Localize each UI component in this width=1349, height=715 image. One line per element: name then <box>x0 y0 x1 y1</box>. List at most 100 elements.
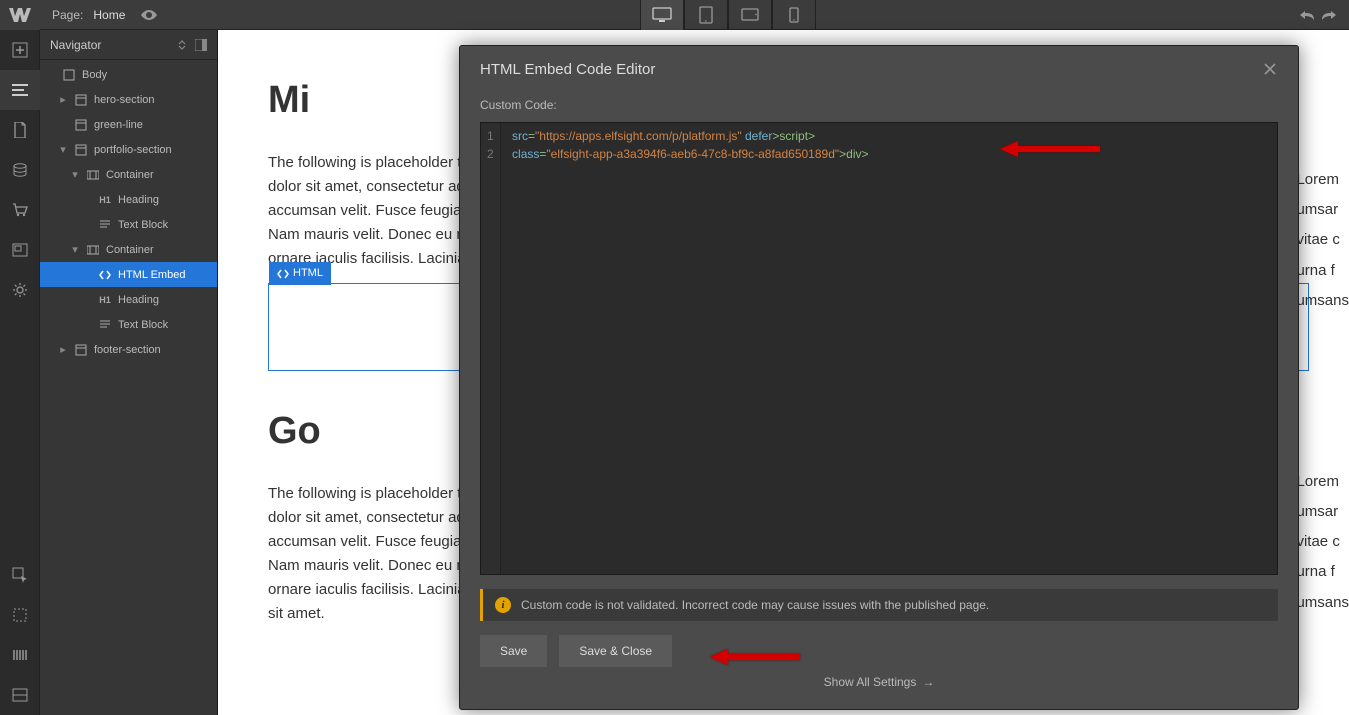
tree-item-label: Heading <box>118 294 159 306</box>
modal-close-button[interactable] <box>1262 61 1278 77</box>
custom-code-label: Custom Code: <box>480 98 1278 112</box>
mobile-icon <box>789 7 799 23</box>
undo-redo <box>1287 7 1349 23</box>
tree-carat[interactable]: ▸ <box>58 343 68 356</box>
tree-carat[interactable]: ▸ <box>58 93 68 106</box>
marquee-icon <box>12 607 28 623</box>
plus-icon <box>12 42 28 58</box>
navigator-tree: Body ▸ hero-section green-line ▾ portfolio-se… <box>40 60 217 364</box>
eye-icon[interactable] <box>141 10 157 20</box>
rail-bottom-1[interactable] <box>0 555 40 595</box>
rail-navigator[interactable] <box>0 70 40 110</box>
tree-item-hero-section[interactable]: ▸ hero-section <box>40 87 217 112</box>
cart-icon <box>12 203 28 217</box>
show-all-settings[interactable]: Show All Settings→ <box>480 667 1278 689</box>
body-icon <box>62 68 76 82</box>
spacing-icon <box>12 648 28 662</box>
webflow-logo-icon <box>9 8 31 22</box>
rail-cms[interactable] <box>0 150 40 190</box>
h1-icon: H1 <box>98 193 112 207</box>
section-icon <box>74 93 88 107</box>
tree-carat[interactable]: ▾ <box>70 168 80 181</box>
page-label[interactable]: Page: Home <box>40 8 169 22</box>
tablet-icon <box>699 6 713 24</box>
tree-item-heading[interactable]: H1 Heading <box>40 187 217 212</box>
embed-icon <box>98 268 112 282</box>
text-icon <box>98 218 112 232</box>
rail-bottom-2[interactable] <box>0 595 40 635</box>
info-icon: i <box>495 597 511 613</box>
device-tablet-landscape[interactable] <box>728 0 772 30</box>
rail-settings[interactable] <box>0 270 40 310</box>
left-rail <box>0 30 40 715</box>
rail-bottom-4[interactable] <box>0 675 40 715</box>
arrow-right-icon: → <box>922 675 934 689</box>
tree-item-heading[interactable]: H1 Heading <box>40 287 217 312</box>
device-mobile[interactable] <box>772 0 816 30</box>
tree-item-label: Text Block <box>118 319 168 331</box>
tree-item-label: footer-section <box>94 344 161 356</box>
grid-icon <box>12 688 28 702</box>
modal-title: HTML Embed Code Editor <box>480 61 655 78</box>
rail-add[interactable] <box>0 30 40 70</box>
tree-item-label: Heading <box>118 194 159 206</box>
logo[interactable] <box>0 0 40 30</box>
gear-icon <box>12 282 28 298</box>
modal-actions: Save Save & Close <box>480 635 1278 667</box>
rail-assets[interactable] <box>0 230 40 270</box>
panel-toggle-icon[interactable] <box>195 39 207 51</box>
code-content[interactable]: src="https://apps.elfsight.com/p/platfor… <box>501 123 877 574</box>
container-icon <box>86 168 100 182</box>
tree-item-text-block[interactable]: Text Block <box>40 312 217 337</box>
tablet-landscape-icon <box>741 8 759 21</box>
modal-header: HTML Embed Code Editor <box>460 46 1298 92</box>
collapse-icon[interactable] <box>177 40 187 50</box>
redo-icon <box>1321 9 1337 21</box>
tree-carat[interactable]: ▾ <box>70 243 80 256</box>
embed-icon <box>277 269 289 279</box>
tree-carat[interactable]: ▾ <box>58 143 68 156</box>
tree-item-label: Text Block <box>118 219 168 231</box>
tree-item-label: green-line <box>94 119 143 131</box>
rail-pages[interactable] <box>0 110 40 150</box>
rail-ecommerce[interactable] <box>0 190 40 230</box>
save-button[interactable]: Save <box>480 635 547 667</box>
tree-item-label: hero-section <box>94 94 155 106</box>
html-embed-modal: HTML Embed Code Editor Custom Code: 12 s… <box>459 45 1299 710</box>
database-icon <box>12 163 28 177</box>
tree-item-label: Body <box>82 69 107 81</box>
navigator-panel: Navigator Body ▸ hero-section green-line ▾ po… <box>40 30 218 715</box>
navigator-title: Navigator <box>50 38 101 52</box>
section-icon <box>74 118 88 132</box>
redo-button[interactable] <box>1321 7 1337 23</box>
device-tablet[interactable] <box>684 0 728 30</box>
desktop-icon <box>652 7 672 23</box>
line-gutter: 12 <box>481 123 501 574</box>
tree-item-green-line[interactable]: green-line <box>40 112 217 137</box>
section-icon <box>74 343 88 357</box>
tree-item-container[interactable]: ▾Container <box>40 162 217 187</box>
tree-item-portfolio-section[interactable]: ▾ portfolio-section <box>40 137 217 162</box>
tree-item-text-block[interactable]: Text Block <box>40 212 217 237</box>
box-cursor-icon <box>12 567 28 583</box>
rail-bottom-3[interactable] <box>0 635 40 675</box>
tree-item-footer-section[interactable]: ▸ footer-section <box>40 337 217 362</box>
tree-item-label: Container <box>106 244 154 256</box>
code-editor[interactable]: 12 src="https://apps.elfsight.com/p/plat… <box>480 122 1278 575</box>
section-icon <box>74 143 88 157</box>
undo-icon <box>1299 9 1315 21</box>
warning-bar: i Custom code is not validated. Incorrec… <box>480 589 1278 621</box>
navigator-header: Navigator <box>40 30 217 60</box>
tree-item-body[interactable]: Body <box>40 62 217 87</box>
device-desktop[interactable] <box>640 0 684 30</box>
assets-icon <box>12 243 28 257</box>
page-prefix: Page: <box>52 8 83 22</box>
tree-item-label: portfolio-section <box>94 144 172 156</box>
warning-text: Custom code is not validated. Incorrect … <box>521 598 989 612</box>
tree-item-container[interactable]: ▾ Container <box>40 237 217 262</box>
tree-item-html-embed[interactable]: HTML Embed <box>40 262 217 287</box>
text-icon <box>98 318 112 332</box>
undo-button[interactable] <box>1299 7 1315 23</box>
h1-icon: H1 <box>98 293 112 307</box>
save-close-button[interactable]: Save & Close <box>559 635 672 667</box>
